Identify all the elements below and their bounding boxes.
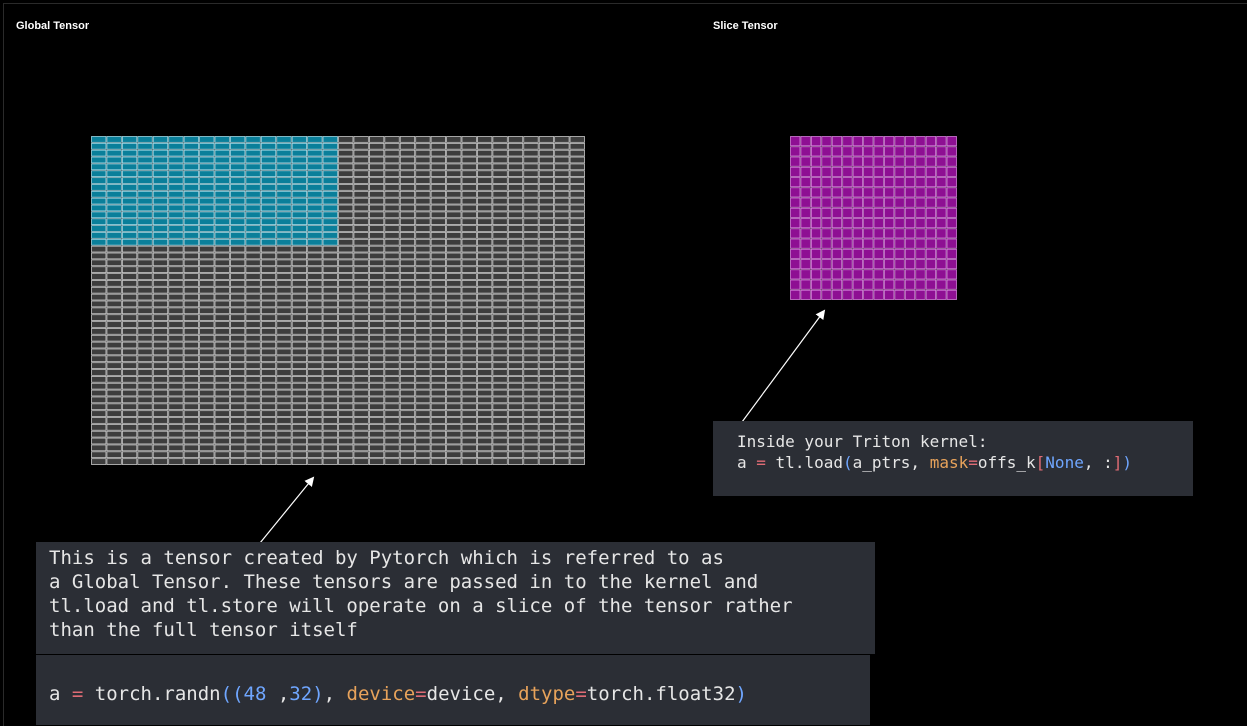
description-line-4: than the full tensor itself [49,619,358,641]
description-line-1: This is a tensor created by Pytorch whic… [49,547,724,569]
triton-code-line-1: Inside your Triton kernel: [737,432,988,451]
description-line-2: a Global Tensor. These tensors are passe… [49,571,759,593]
triton-kernel-code-box: Inside your Triton kernel: a = tl.load(a… [713,421,1193,496]
triton-code-line-2: a = tl.load(a_ptrs, mask=offs_k[None, :]… [737,453,1133,472]
torch-code-box: a = torch.randn((48 ,32), device=device,… [36,655,870,725]
description-line-3: tl.load and tl.store will operate on a s… [49,595,793,617]
slice-arrow [741,309,826,423]
torch-code-line: a = torch.randn((48 ,32), device=device,… [49,683,747,705]
global-arrow [259,476,315,544]
global-tensor-description-box: This is a tensor created by Pytorch whic… [36,542,875,654]
